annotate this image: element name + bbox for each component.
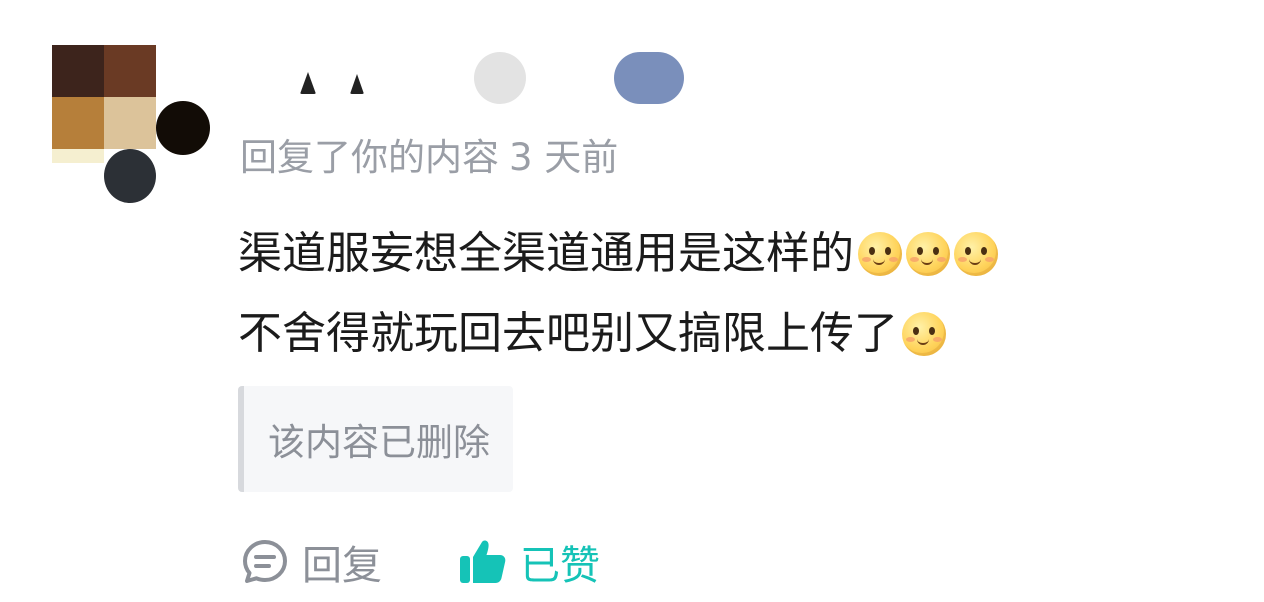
avatar-tile xyxy=(104,45,156,97)
comment-body: 渠道服妄想全渠道通用是这样的 不舍得就玩回去吧别又搞限上传了 xyxy=(238,214,1218,374)
username-glyph-fragment xyxy=(350,74,364,94)
comment-line-text: 不舍得就玩回去吧别又搞限上传了 xyxy=(238,308,898,359)
action-bar: 回复 已赞 xyxy=(240,530,600,594)
smile-emoji xyxy=(906,232,950,276)
meta-action-text: 回复了你的内容 xyxy=(240,136,499,179)
smile-emoji xyxy=(858,232,902,276)
avatar-tile xyxy=(52,149,104,163)
comment-notification: 回复了你的内容 3 天前 渠道服妄想全渠道通用是这样的 不舍得就玩回去吧别又搞限… xyxy=(0,0,1264,602)
reply-label: 回复 xyxy=(302,543,382,589)
quoted-content-text: 该内容已删除 xyxy=(268,421,490,464)
smile-emoji xyxy=(902,312,946,356)
avatar-tile xyxy=(104,97,156,149)
meta-time-text: 3 天前 xyxy=(509,136,619,179)
smile-emoji xyxy=(954,232,998,276)
comment-meta: 回复了你的内容 3 天前 xyxy=(240,130,619,179)
comment-bubble-icon xyxy=(240,537,290,587)
like-button[interactable]: 已赞 xyxy=(458,533,600,591)
username[interactable] xyxy=(240,44,700,104)
username-glyph-fragment xyxy=(300,72,316,94)
avatar-tile xyxy=(156,101,210,155)
avatar-tile xyxy=(52,97,104,149)
comment-line-1: 渠道服妄想全渠道通用是这样的 xyxy=(238,214,1218,294)
avatar-tile xyxy=(104,149,156,203)
reply-button[interactable]: 回复 xyxy=(240,533,382,591)
avatar[interactable] xyxy=(52,45,210,207)
username-blob xyxy=(474,52,526,104)
comment-line-text: 渠道服妄想全渠道通用是这样的 xyxy=(238,228,854,279)
avatar-tile xyxy=(52,45,104,97)
thumbs-up-icon xyxy=(458,537,508,587)
comment-line-2: 不舍得就玩回去吧别又搞限上传了 xyxy=(238,294,1218,374)
quoted-content[interactable]: 该内容已删除 xyxy=(238,386,513,492)
like-label: 已赞 xyxy=(520,543,600,589)
username-blob xyxy=(614,52,684,104)
